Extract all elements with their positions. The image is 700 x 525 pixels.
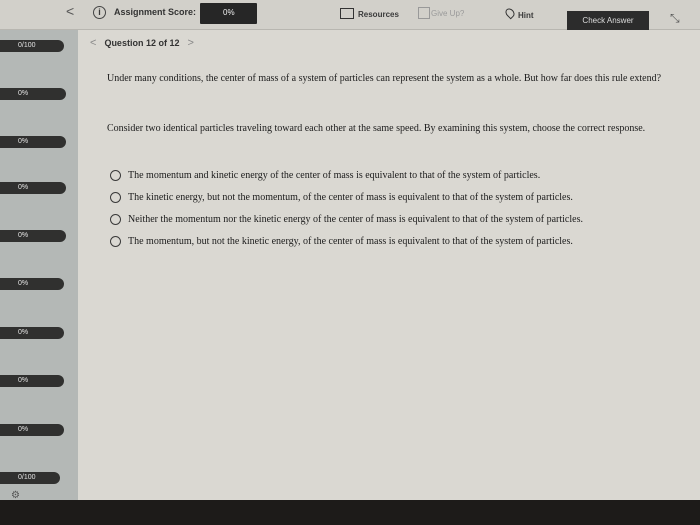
check-answer-button[interactable]: Check Answer: [567, 11, 649, 31]
answer-option-label: The kinetic energy, but not the momentum…: [128, 191, 573, 203]
radio-button[interactable]: [110, 213, 121, 225]
question-sidebar: 0/100 0% 0% 0% 0% 0% 0% 0% 0% 0/100 ⚙: [0, 30, 78, 501]
resources-icon[interactable]: [340, 8, 354, 19]
sidebar-item[interactable]: 0%: [0, 424, 64, 436]
sidebar-item[interactable]: 0%: [0, 88, 66, 100]
answer-option-label: The momentum, but not the kinetic energy…: [128, 235, 573, 247]
sidebar-item[interactable]: 0%: [0, 375, 64, 387]
radio-button[interactable]: [110, 235, 121, 247]
top-toolbar: < i Assignment Score: 0% Resources Give …: [0, 0, 700, 31]
question-panel: [78, 30, 700, 500]
sidebar-item[interactable]: 0%: [0, 182, 66, 194]
previous-question-icon[interactable]: <: [90, 37, 96, 49]
question-navigation: < Question 12 of 12 >: [90, 37, 194, 49]
answer-option[interactable]: The kinetic energy, but not the momentum…: [110, 188, 573, 206]
radio-button[interactable]: [110, 169, 121, 181]
sidebar-item[interactable]: 0/100: [0, 40, 64, 52]
sidebar-item[interactable]: 0/100: [0, 472, 60, 484]
sidebar-item[interactable]: 0%: [0, 278, 64, 290]
sidebar-item[interactable]: 0%: [0, 136, 66, 148]
assignment-score-label: Assignment Score:: [114, 7, 197, 17]
back-chevron-icon[interactable]: <: [66, 3, 74, 19]
give-up-button[interactable]: Give Up?: [431, 9, 464, 18]
expand-icon[interactable]: ⤡: [670, 11, 680, 26]
screen-bezel: [0, 500, 700, 525]
hint-button[interactable]: Hint: [518, 11, 534, 20]
info-icon[interactable]: i: [93, 6, 106, 19]
give-up-icon[interactable]: [418, 7, 430, 19]
sidebar-item[interactable]: 0%: [0, 327, 64, 339]
resources-button[interactable]: Resources: [358, 10, 399, 19]
question-intro: Under many conditions, the center of mas…: [107, 73, 662, 84]
hint-icon[interactable]: [503, 6, 517, 20]
screen: < i Assignment Score: 0% Resources Give …: [0, 0, 700, 525]
answer-option[interactable]: The momentum, but not the kinetic energy…: [110, 232, 573, 250]
answer-option[interactable]: The momentum and kinetic energy of the c…: [110, 166, 540, 184]
next-question-icon[interactable]: >: [187, 37, 193, 49]
question-prompt: Consider two identical particles traveli…: [107, 123, 646, 134]
answer-option[interactable]: Neither the momentum nor the kinetic ene…: [110, 210, 583, 228]
answer-option-label: The momentum and kinetic energy of the c…: [128, 169, 541, 181]
question-title: Question 12 of 12: [104, 38, 180, 48]
radio-button[interactable]: [110, 191, 121, 203]
assignment-score-value: 0%: [200, 3, 257, 24]
sidebar-item[interactable]: 0%: [0, 230, 66, 242]
answer-option-label: Neither the momentum nor the kinetic ene…: [128, 213, 583, 225]
